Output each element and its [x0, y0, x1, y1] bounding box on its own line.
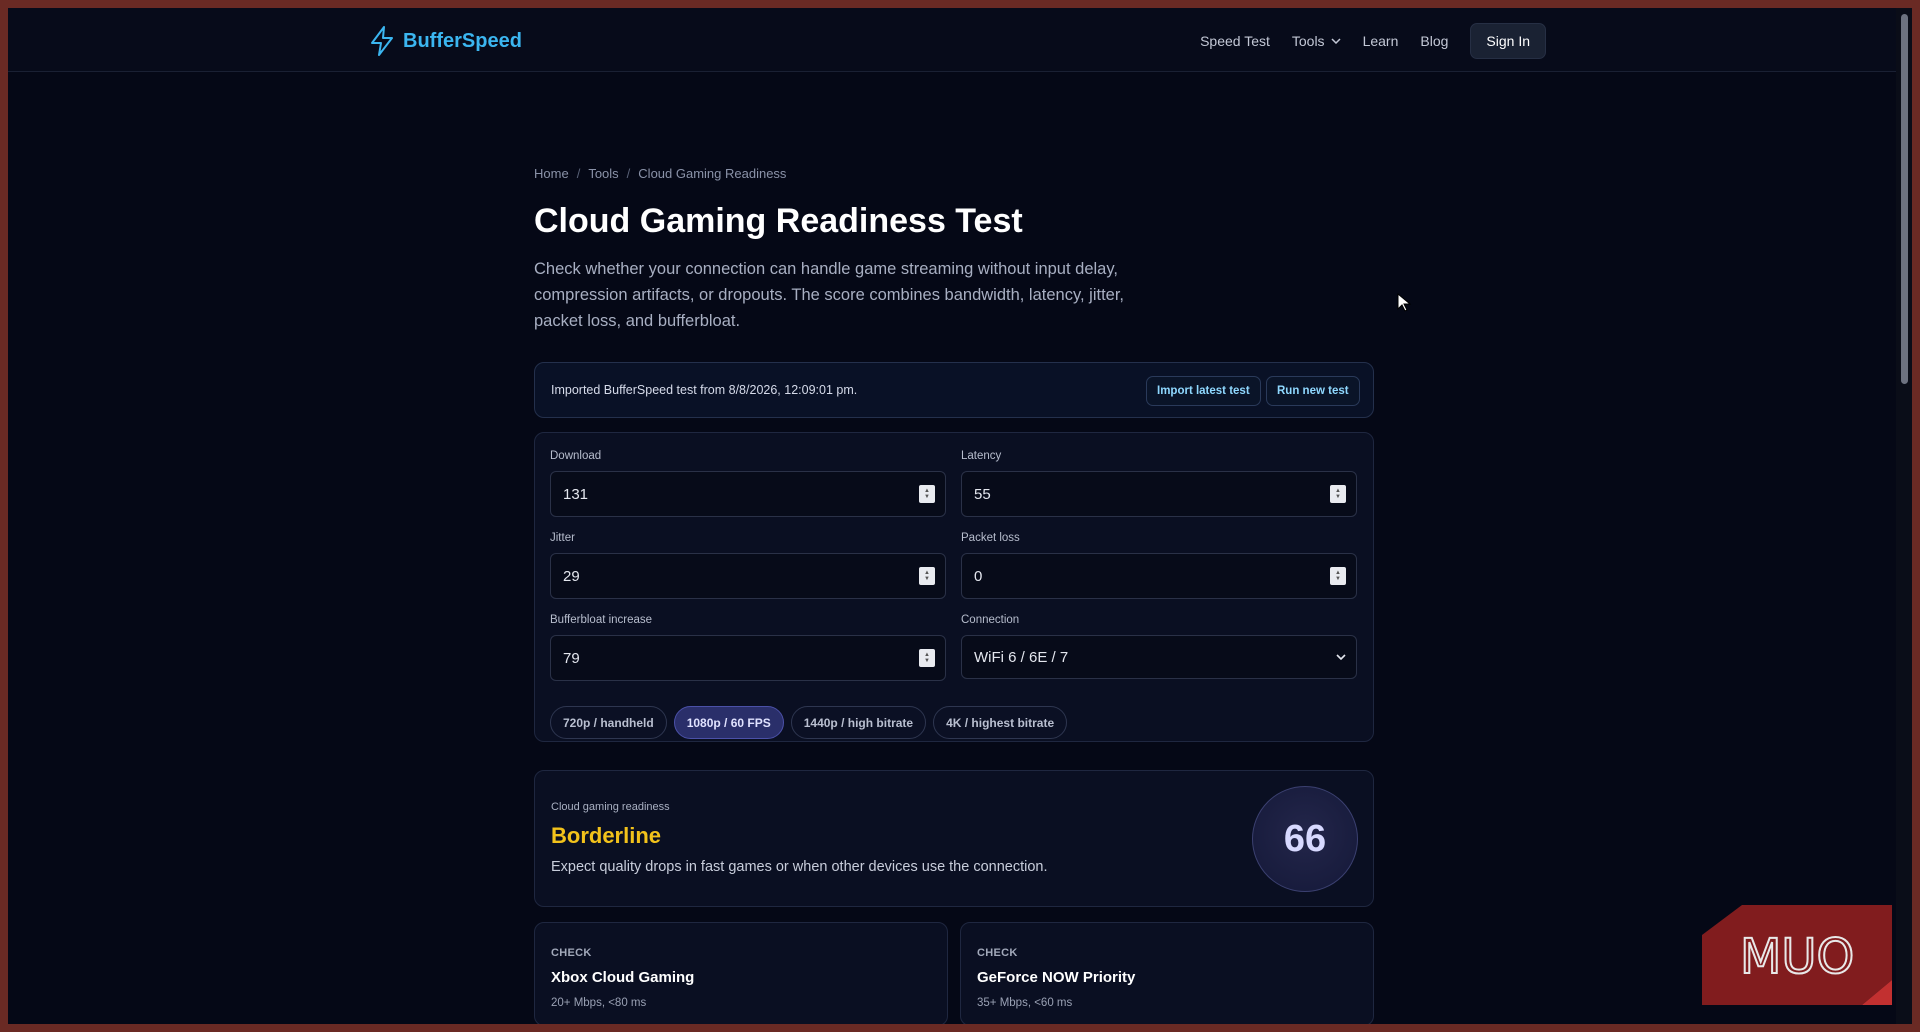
- nav-learn[interactable]: Learn: [1363, 33, 1399, 49]
- bufferbloat-input[interactable]: 79 ▲ ▼: [550, 635, 946, 681]
- jitter-input[interactable]: 29 ▲ ▼: [550, 553, 946, 599]
- jitter-field: Jitter 29 ▲ ▼: [550, 532, 946, 599]
- connection-field: Connection WiFi 6 / 6E / 7: [961, 614, 1357, 679]
- number-stepper-icon[interactable]: ▲ ▼: [919, 567, 935, 585]
- top-navigation: BufferSpeed Speed Test Tools Learn Blog …: [8, 8, 1896, 72]
- quality-option-4k[interactable]: 4K / highest bitrate: [933, 706, 1068, 739]
- check-card-xbox: CHECK Xbox Cloud Gaming 20+ Mbps, <80 ms: [534, 922, 948, 1024]
- lightning-bolt-icon: [371, 26, 393, 56]
- mouse-cursor-icon: [1397, 293, 1412, 312]
- jitter-value: 29: [563, 567, 580, 585]
- chevron-down-icon: [1336, 654, 1346, 660]
- page-scrollbar[interactable]: [1896, 8, 1912, 1024]
- check-title: Xbox Cloud Gaming: [551, 969, 695, 986]
- muo-watermark: MUO: [1702, 905, 1892, 1005]
- import-banner: Imported BufferSpeed test from 8/8/2026,…: [534, 362, 1374, 418]
- breadcrumb-current: Cloud Gaming Readiness: [638, 166, 787, 181]
- latency-input[interactable]: 55 ▲ ▼: [961, 471, 1357, 517]
- latency-field: Latency 55 ▲ ▼: [961, 450, 1357, 517]
- number-stepper-icon[interactable]: ▲ ▼: [1330, 485, 1346, 503]
- download-field: Download 131 ▲ ▼: [550, 450, 946, 517]
- check-title: GeForce NOW Priority: [977, 969, 1136, 986]
- breadcrumb: Home / Tools / Cloud Gaming Readiness: [534, 166, 786, 181]
- score-badge: 66: [1252, 786, 1358, 892]
- run-new-test-button[interactable]: Run new test: [1266, 376, 1360, 406]
- connection-label: Connection: [961, 614, 1020, 626]
- download-label: Download: [550, 450, 602, 462]
- nav-links: Speed Test Tools Learn Blog Sign In: [1200, 23, 1546, 59]
- number-stepper-icon[interactable]: ▲ ▼: [1330, 567, 1346, 585]
- quality-option-720p[interactable]: 720p / handheld: [550, 706, 667, 739]
- latency-value: 55: [974, 485, 991, 503]
- import-latest-test-button[interactable]: Import latest test: [1146, 376, 1261, 406]
- chevron-down-icon: [1331, 38, 1341, 44]
- quality-selector: 720p / handheld 1080p / 60 FPS 1440p / h…: [550, 706, 1068, 739]
- breadcrumb-separator: /: [626, 166, 631, 181]
- latency-label: Latency: [961, 450, 1002, 462]
- download-value: 131: [563, 485, 589, 503]
- connection-select[interactable]: WiFi 6 / 6E / 7: [961, 635, 1357, 679]
- bufferbloat-label: Bufferbloat increase: [550, 614, 653, 626]
- measurement-inputs-card: Download 131 ▲ ▼ Latency 55 ▲ ▼ Jitter 29 …: [534, 432, 1374, 742]
- scrollbar-thumb[interactable]: [1901, 14, 1908, 384]
- breadcrumb-tools[interactable]: Tools: [588, 166, 618, 181]
- jitter-label: Jitter: [550, 532, 575, 544]
- quality-option-1080p[interactable]: 1080p / 60 FPS: [673, 706, 784, 739]
- check-card-geforce: CHECK GeForce NOW Priority 35+ Mbps, <60…: [960, 922, 1374, 1024]
- download-input[interactable]: 131 ▲ ▼: [550, 471, 946, 517]
- connection-value: WiFi 6 / 6E / 7: [974, 648, 1069, 666]
- number-stepper-icon[interactable]: ▲ ▼: [919, 485, 935, 503]
- brand-name: BufferSpeed: [403, 29, 522, 52]
- muo-logo-icon: MUO: [1702, 905, 1892, 1005]
- check-kicker: CHECK: [977, 947, 1018, 959]
- packet-loss-field: Packet loss 0 ▲ ▼: [961, 532, 1357, 599]
- muo-text: MUO: [1740, 929, 1854, 985]
- nav-speed-test[interactable]: Speed Test: [1200, 33, 1270, 49]
- result-kicker: Cloud gaming readiness: [551, 801, 670, 813]
- browser-viewport: BufferSpeed Speed Test Tools Learn Blog …: [8, 8, 1912, 1024]
- import-status-text: Imported BufferSpeed test from 8/8/2026,…: [551, 383, 858, 397]
- page-description: Check whether your connection can handle…: [534, 260, 1125, 330]
- sign-in-button[interactable]: Sign In: [1470, 23, 1546, 59]
- breadcrumb-separator: /: [576, 166, 581, 181]
- result-description: Expect quality drops in fast games or wh…: [551, 859, 1048, 875]
- readiness-result-card: Cloud gaming readiness Borderline Expect…: [534, 770, 1374, 907]
- nav-tools-label: Tools: [1291, 33, 1325, 49]
- nav-blog[interactable]: Blog: [1420, 33, 1448, 49]
- check-requirement: 20+ Mbps, <80 ms: [551, 997, 647, 1009]
- bufferbloat-field: Bufferbloat increase 79 ▲ ▼: [550, 614, 946, 681]
- nav-tools[interactable]: Tools: [1292, 33, 1341, 49]
- check-requirement: 35+ Mbps, <60 ms: [977, 997, 1073, 1009]
- result-status: Borderline: [551, 823, 662, 848]
- brand-logo[interactable]: BufferSpeed: [369, 26, 522, 56]
- check-kicker: CHECK: [551, 947, 592, 959]
- breadcrumb-home[interactable]: Home: [534, 166, 569, 181]
- packet-loss-label: Packet loss: [961, 532, 1020, 544]
- packet-loss-input[interactable]: 0 ▲ ▼: [961, 553, 1357, 599]
- page-title: Cloud Gaming Readiness Test: [534, 202, 1023, 240]
- packet-loss-value: 0: [974, 567, 983, 585]
- number-stepper-icon[interactable]: ▲ ▼: [919, 649, 935, 667]
- bufferbloat-value: 79: [563, 649, 580, 667]
- quality-option-1440p[interactable]: 1440p / high bitrate: [790, 706, 927, 739]
